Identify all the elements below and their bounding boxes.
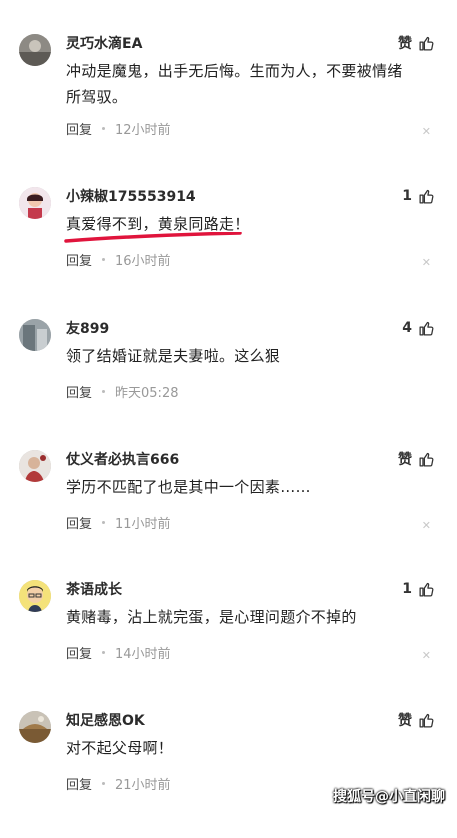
- timestamp: 12小时前: [115, 123, 171, 138]
- username[interactable]: 茶语成长: [66, 579, 122, 601]
- watermark: 搜狐号@小直闲聊: [333, 789, 445, 805]
- comment-item: 茶语成长 1 黄赌毒，沾上就完蛋，是心理问题介不掉的 回复 14小时前 ✕: [0, 577, 457, 707]
- reply-button[interactable]: 回复: [66, 643, 92, 662]
- reply-button[interactable]: 回复: [66, 250, 92, 269]
- separator-dot: [102, 127, 106, 130]
- timestamp: 21小时前: [115, 778, 171, 793]
- timestamp: 14小时前: [115, 647, 171, 662]
- username[interactable]: 灵巧水滴EA: [66, 33, 142, 55]
- thumbs-up-icon: [419, 452, 434, 467]
- comment-item: 小辣椒175553914 1 真爱得不到，黄泉同路走！ 回复 16小时前 ✕: [0, 184, 457, 314]
- avatar[interactable]: [19, 319, 51, 351]
- thumbs-up-icon: [419, 321, 434, 336]
- like-button[interactable]: 1: [402, 577, 435, 601]
- comment-item: 仗义者必执言666 赞 学历不匹配了也是其中一个因素…… 回复 11小时前 ✕: [0, 447, 457, 577]
- comment-text: 冲动是魔鬼，出手无后悔。生而为人，不要被情绪所驾驭。: [66, 62, 403, 106]
- avatar[interactable]: [19, 34, 51, 66]
- like-button[interactable]: 赞: [398, 708, 435, 732]
- timestamp: 11小时前: [115, 517, 171, 532]
- comment-item: 知足感恩OK 赞 对不起父母啊！ 回复 21小时前: [0, 708, 457, 838]
- thumbs-up-icon: [419, 713, 434, 728]
- comment-item: 灵巧水滴EA 赞 冲动是魔鬼，出手无后悔。生而为人，不要被情绪所驾驭。 回复 1…: [0, 31, 457, 161]
- like-count: 赞: [398, 452, 412, 468]
- separator-dot: [102, 651, 106, 654]
- timestamp: 16小时前: [115, 254, 171, 269]
- reply-button[interactable]: 回复: [66, 119, 92, 138]
- avatar[interactable]: [19, 580, 51, 612]
- like-count: 赞: [398, 713, 412, 729]
- separator-dot: [102, 258, 106, 261]
- separator-dot: [102, 521, 106, 524]
- comment-meta: 回复 12小时前: [66, 119, 171, 138]
- comment-text: 黄赌毒，沾上就完蛋，是心理问题介不掉的: [66, 608, 357, 626]
- separator-dot: [102, 782, 106, 785]
- like-button[interactable]: 赞: [398, 447, 435, 471]
- close-icon[interactable]: ✕: [422, 257, 431, 268]
- like-button[interactable]: 赞: [398, 31, 435, 55]
- avatar[interactable]: [19, 187, 51, 219]
- username[interactable]: 友899: [66, 318, 109, 340]
- thumbs-up-icon: [419, 189, 434, 204]
- comment-text: 学历不匹配了也是其中一个因素……: [66, 478, 311, 496]
- timestamp: 昨天05:28: [115, 386, 179, 401]
- username[interactable]: 知足感恩OK: [66, 710, 145, 732]
- reply-button[interactable]: 回复: [66, 513, 92, 532]
- separator-dot: [102, 390, 106, 393]
- comment-meta: 回复 11小时前: [66, 513, 171, 532]
- thumbs-up-icon: [419, 36, 434, 51]
- comment-item: 友899 4 领了结婚证就是夫妻啦。这么狠 回复 昨天05:28: [0, 316, 457, 446]
- comment-meta: 回复 14小时前: [66, 643, 171, 662]
- avatar[interactable]: [19, 450, 51, 482]
- close-icon[interactable]: ✕: [422, 126, 431, 137]
- username[interactable]: 仗义者必执言666: [66, 449, 179, 471]
- like-count: 1: [402, 581, 412, 597]
- thumbs-up-icon: [419, 582, 434, 597]
- comment-text: 对不起父母啊！: [66, 739, 174, 757]
- comment-meta: 回复 16小时前: [66, 250, 171, 269]
- comment-meta: 回复 21小时前: [66, 774, 171, 793]
- username[interactable]: 小辣椒175553914: [66, 186, 196, 208]
- avatar[interactable]: [19, 711, 51, 743]
- reply-button[interactable]: 回复: [66, 774, 92, 793]
- close-icon[interactable]: ✕: [422, 650, 431, 661]
- comment-meta: 回复 昨天05:28: [66, 382, 178, 401]
- like-button[interactable]: 1: [402, 184, 435, 208]
- like-count: 赞: [398, 36, 412, 52]
- like-count: 1: [402, 188, 412, 204]
- like-button[interactable]: 4: [402, 316, 435, 340]
- reply-button[interactable]: 回复: [66, 382, 92, 401]
- close-icon[interactable]: ✕: [422, 520, 431, 531]
- comment-text: 领了结婚证就是夫妻啦。这么狠: [66, 347, 281, 365]
- like-count: 4: [402, 320, 412, 336]
- red-underline-mark: [64, 232, 242, 243]
